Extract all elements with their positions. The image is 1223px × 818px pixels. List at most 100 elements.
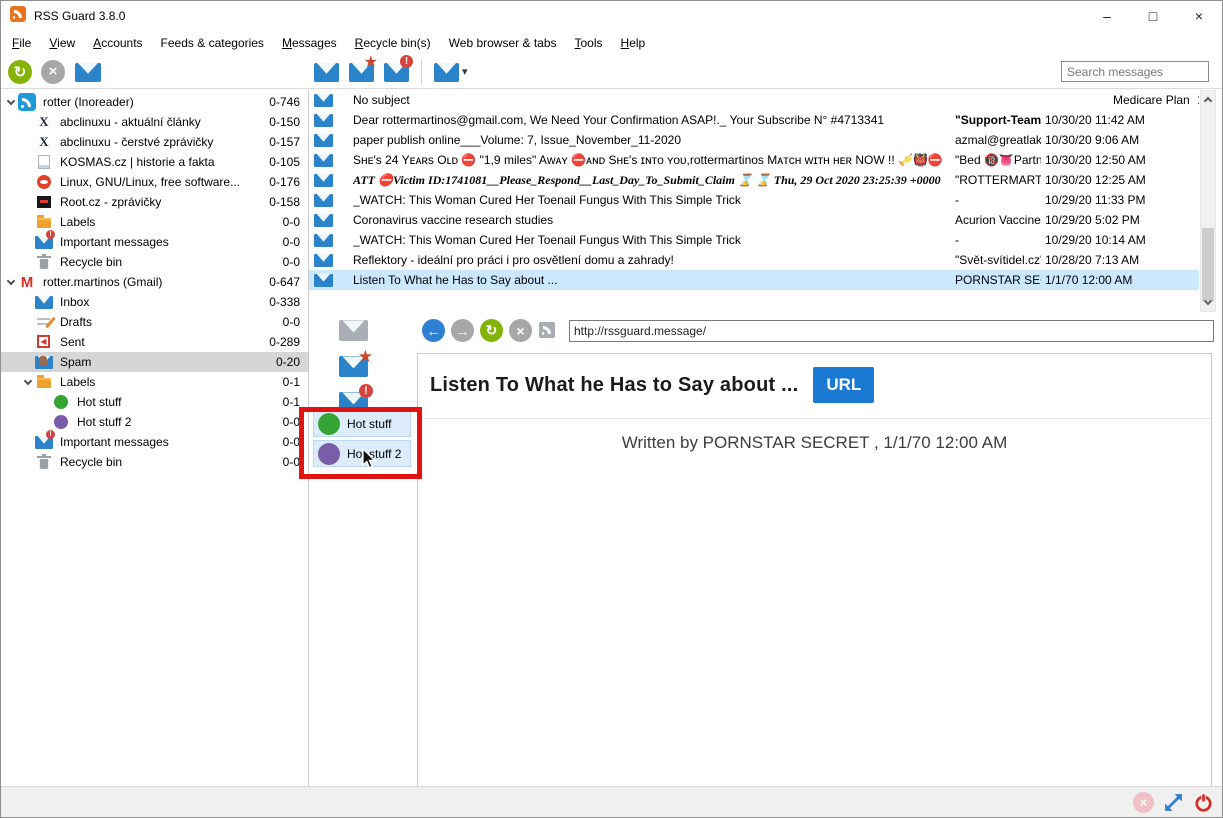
message-row[interactable]: Listen To What he Has to Say about ... P…	[309, 270, 1199, 290]
expander-icon[interactable]	[20, 381, 35, 384]
forward-button[interactable]: →	[450, 318, 475, 343]
message-subject: _WATCH: This Woman Cured Her Toenail Fun…	[353, 193, 955, 207]
kosmas-icon	[35, 153, 53, 171]
message-list: No subject Medicare Plan 10/30/20 1:26 P…	[309, 90, 1222, 312]
sent-icon: ◀	[35, 333, 53, 351]
message-row[interactable]: Dear rottermartinos@gmail.com, We Need Y…	[309, 110, 1199, 130]
message-list-scrollbar[interactable]	[1200, 90, 1216, 312]
message-row[interactable]: Reflektory - ideální pro práci i pro osv…	[309, 250, 1199, 270]
message-row[interactable]: _WATCH: This Woman Cured Her Toenail Fun…	[309, 230, 1199, 250]
scroll-up-icon[interactable]	[1204, 97, 1212, 105]
close-button[interactable]: ×	[1176, 1, 1222, 31]
drafts-icon	[35, 313, 53, 331]
reload-button[interactable]: ↻	[479, 318, 504, 343]
unread-count: 0-1	[283, 375, 300, 389]
message-subject: Reflektory - ideální pro práci i pro osv…	[353, 253, 955, 267]
mark-message-read-button[interactable]	[337, 315, 370, 345]
feed-linux-gnu-linux-free-software[interactable]: Linux, GNU/Linux, free software... 0-176	[1, 172, 308, 192]
message-subject: Dear rottermartinos@gmail.com, We Need Y…	[353, 113, 955, 127]
expander-icon[interactable]	[3, 101, 18, 104]
feed-abclinuxu-aktu-ln-l-nky[interactable]: X abclinuxu - aktuální články 0-150	[1, 112, 308, 132]
stop-running-update-button[interactable]: ×	[40, 59, 66, 85]
label-hot-stuff-2[interactable]: Hot stuff 2	[313, 440, 411, 467]
search-input[interactable]	[1061, 61, 1209, 82]
envelope-icon	[433, 59, 460, 84]
inbox-icon	[35, 293, 53, 311]
scrollbar-thumb[interactable]	[1202, 228, 1214, 301]
inoreader-icon	[18, 93, 36, 111]
feed-important-messages[interactable]: ! Important messages 0-0	[1, 432, 308, 452]
feed-recycle-bin[interactable]: Recycle bin 0-0	[1, 252, 308, 272]
feed-recycle-bin[interactable]: Recycle bin 0-0	[1, 452, 308, 472]
update-all-feeds-button[interactable]: ↻	[7, 59, 33, 85]
mark-selected-unread-button[interactable]: !	[382, 58, 411, 85]
toolbar: ↻ × ★! ▾	[1, 54, 1222, 89]
labels-popup: Hot stuff Hot stuff 2	[313, 410, 411, 467]
url-input[interactable]	[569, 320, 1214, 342]
message-url-button[interactable]: URL	[813, 367, 874, 403]
message-row[interactable]: _WATCH: This Woman Cured Her Toenail Fun…	[309, 190, 1199, 210]
back-icon: ←	[422, 319, 445, 342]
feed-sent[interactable]: ◀ Sent 0-289	[1, 332, 308, 352]
menu-tools[interactable]: Tools	[566, 33, 612, 53]
statusbar: ×	[1, 786, 1222, 817]
menu-feeds-categories[interactable]: Feeds & categories	[152, 33, 273, 53]
unread-count: 0-746	[269, 95, 300, 109]
feed-labels[interactable]: Labels 0-1	[1, 372, 308, 392]
message-row[interactable]: Coronavirus vaccine research studies Acu…	[309, 210, 1199, 230]
message-row[interactable]: Sʜᴇ's 24 Yᴇᴀʀs Oʟᴅ ⛔ "1,9 miles" Aᴡᴀʏ ⛔ᴀ…	[309, 150, 1199, 170]
message-filter-dropdown[interactable]: ▾	[432, 58, 469, 85]
rss-source-button[interactable]	[537, 320, 559, 342]
stop-button[interactable]: ×	[508, 318, 533, 343]
message-row[interactable]: ATT ⛔Victim ID:1741081__Please_Respond__…	[309, 170, 1199, 190]
menu-view[interactable]: View	[40, 33, 84, 53]
quit-button[interactable]	[1193, 792, 1214, 813]
feed-important-messages[interactable]: ! Important messages 0-0	[1, 232, 308, 252]
feed-hot-stuff-2[interactable]: Hot stuff 2 0-0	[1, 412, 308, 432]
expander-icon[interactable]	[3, 281, 18, 284]
message-row[interactable]: paper publish online___Volume: 7, Issue_…	[309, 130, 1199, 150]
menu-web-browser-tabs[interactable]: Web browser & tabs	[440, 33, 566, 53]
feed-hot-stuff[interactable]: Hot stuff 0-1	[1, 392, 308, 412]
menu-messages[interactable]: Messages	[273, 33, 346, 53]
message-date: 1/1/70 12:00 AM	[1041, 273, 1199, 287]
message-author: "Svět-svítidel.cz" ...	[955, 253, 1041, 267]
label-hot-stuff[interactable]: Hot stuff	[313, 410, 411, 437]
feed-rotter-inoreader[interactable]: rotter (Inoreader) 0-746	[1, 92, 308, 112]
switch-importance-button[interactable]: ★	[347, 58, 376, 85]
envelope-excl-icon: !	[35, 233, 53, 251]
reddit-icon	[35, 173, 53, 191]
message-row[interactable]: No subject Medicare Plan 10/30/20 1:26 P…	[309, 90, 1199, 110]
envelope-icon	[314, 271, 333, 289]
minimize-button[interactable]: –	[1084, 1, 1130, 31]
mark-selected-read-button[interactable]	[312, 58, 341, 85]
feed-inbox[interactable]: Inbox 0-338	[1, 292, 308, 312]
unread-count: 0-0	[283, 315, 300, 329]
feed-kosmas-cz-historie-a-fakta[interactable]: KOSMAS.cz | historie a fakta 0-105	[1, 152, 308, 172]
feed-drafts[interactable]: Drafts 0-0	[1, 312, 308, 332]
unread-count: 0-157	[269, 135, 300, 149]
unread-count: 0-105	[269, 155, 300, 169]
feed-labels[interactable]: Labels 0-0	[1, 212, 308, 232]
envelope-icon	[314, 131, 333, 149]
message-author: "ROTTERMARTIN...	[955, 173, 1041, 187]
menu-file[interactable]: File	[3, 33, 40, 53]
envelope-excl-icon: !	[383, 59, 410, 84]
unread-count: 0-176	[269, 175, 300, 189]
fullscreen-button[interactable]	[1163, 792, 1184, 813]
menu-recycle-bin-s-[interactable]: Recycle bin(s)	[346, 33, 440, 53]
mark-all-read-button[interactable]	[73, 58, 103, 85]
maximize-button[interactable]: □	[1130, 1, 1176, 31]
menu-help[interactable]: Help	[612, 33, 655, 53]
menu-accounts[interactable]: Accounts	[84, 33, 151, 53]
close-tab-button-disabled[interactable]: ×	[1133, 792, 1154, 813]
message-date: 10/30/20 1:26 PM	[1193, 93, 1199, 107]
rss-gray-icon	[538, 321, 558, 341]
mark-message-important-button[interactable]: ★	[337, 351, 370, 381]
feed-abclinuxu-erstv-zpr-vi-ky[interactable]: X abclinuxu - čerstvé zprávičky 0-157	[1, 132, 308, 152]
feed-rotter-martinos-gmail[interactable]: M rotter.martinos (Gmail) 0-647	[1, 272, 308, 292]
unread-count: 0-0	[283, 455, 300, 469]
feed-root-cz-zpr-vi-ky[interactable]: Root.cz - zprávičky 0-158	[1, 192, 308, 212]
back-button[interactable]: ←	[421, 318, 446, 343]
feed-spam[interactable]: Spam 0-20	[1, 352, 308, 372]
